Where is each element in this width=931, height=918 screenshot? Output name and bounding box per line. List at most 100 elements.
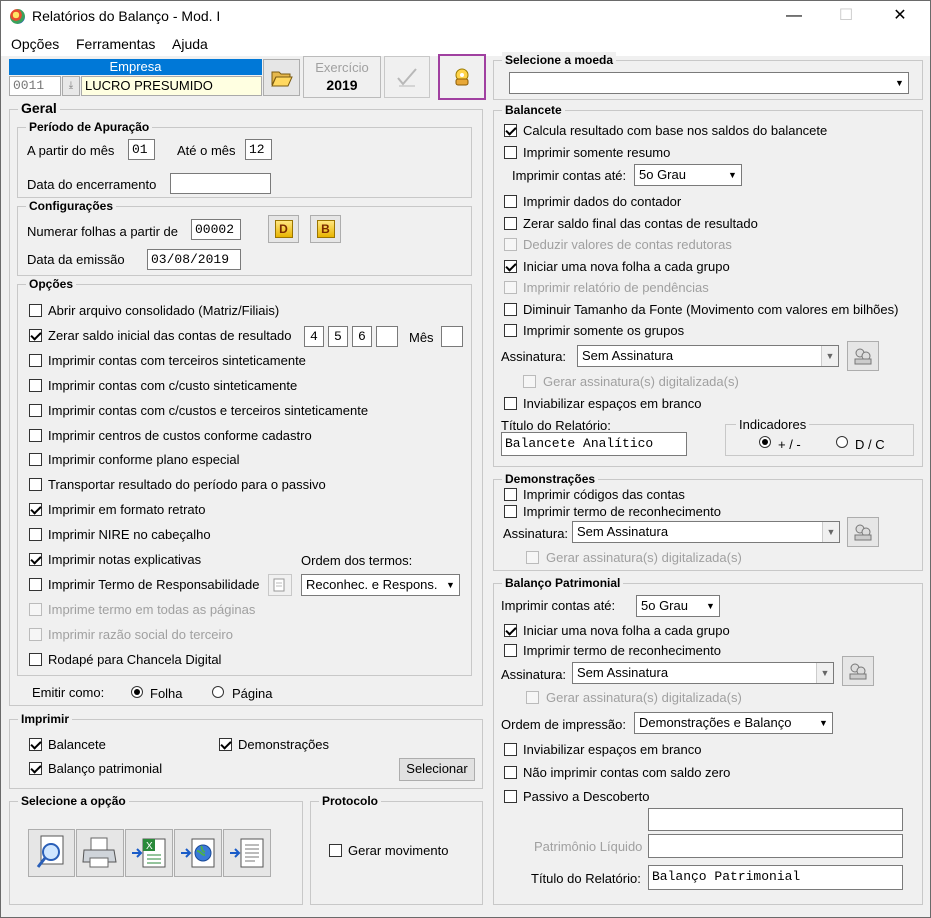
balanco-titulo-label: Título do Relatório:	[531, 871, 641, 886]
demonstracoes-gerar-assinatura-checkbox[interactable]	[526, 551, 539, 564]
settings-button[interactable]	[438, 54, 486, 100]
export-excel-button[interactable]: X	[125, 829, 173, 877]
zerar-digit-1[interactable]: 4	[304, 326, 324, 347]
encerramento-input[interactable]	[170, 173, 271, 194]
close-button[interactable]: ✕	[877, 1, 923, 32]
menu-opcoes[interactable]: Opções	[11, 36, 59, 52]
opcoes-item-checkbox-9[interactable]	[29, 528, 42, 542]
opcoes-item-checkbox-1[interactable]	[29, 328, 42, 342]
opcoes-item-checkbox-14[interactable]	[29, 652, 42, 666]
balancete-assinatura-select[interactable]: Sem Assinatura ▼	[577, 345, 839, 367]
emitir-pagina-radio[interactable]	[212, 686, 224, 698]
open-folder-button[interactable]	[263, 59, 300, 96]
empresa-lookup-icon[interactable]: ⤓	[62, 76, 80, 96]
indicador-sinal-radio[interactable]	[759, 436, 771, 448]
indicador-dc-radio[interactable]	[836, 436, 848, 448]
balanco-contas-ate-select[interactable]: 5o Grau ▼	[636, 595, 720, 617]
balanco-descoberto-input[interactable]	[648, 808, 903, 831]
emissao-input[interactable]: 03/08/2019	[147, 249, 241, 270]
opcoes-item-checkbox-2[interactable]	[29, 353, 42, 367]
ordem-termos-select[interactable]: Reconhec. e Respons. ▼	[301, 574, 460, 596]
numerar-input[interactable]: 00002	[191, 219, 241, 240]
exercicio-label: Exercício	[315, 60, 369, 75]
moeda-select[interactable]: ▼	[509, 72, 909, 94]
balancete-titulo-input[interactable]: Balancete Analítico	[501, 432, 687, 456]
opcoes-item-label-9: Imprimir NIRE no cabeçalho	[48, 527, 211, 543]
balancete-assinatura-button[interactable]	[847, 341, 879, 371]
demonstracoes-assinatura-select[interactable]: Sem Assinatura ▼	[572, 521, 840, 543]
balancete-item2-checkbox-2[interactable]	[504, 238, 517, 251]
balancete-item2-checkbox-4[interactable]	[504, 281, 517, 294]
menu-ajuda[interactable]: Ajuda	[172, 36, 208, 52]
balanco-nova-folha-checkbox[interactable]	[504, 624, 517, 637]
balanco-titulo-input[interactable]: Balanço Patrimonial	[648, 865, 903, 890]
balancete-gerar-assinatura-checkbox[interactable]	[523, 375, 536, 388]
balancete-item2-label-1: Zerar saldo final das contas de resultad…	[523, 215, 758, 231]
balancete-item2-checkbox-5[interactable]	[504, 302, 517, 316]
opcoes-item-checkbox-12[interactable]	[29, 602, 42, 616]
maximize-button[interactable]: ☐	[823, 1, 869, 32]
from-month-input[interactable]: 01	[128, 139, 155, 160]
balancete-item2-label-0: Imprimir dados do contador	[523, 194, 682, 209]
selecionar-button[interactable]: Selecionar	[399, 758, 475, 781]
demonstracoes-termo-checkbox[interactable]	[504, 505, 517, 518]
opcoes-item-checkbox-11[interactable]	[29, 577, 42, 591]
export-document-button[interactable]	[223, 829, 271, 877]
print-button[interactable]	[76, 829, 124, 877]
balancete-item2-checkbox-3[interactable]	[504, 259, 517, 273]
demonstracoes-codigos-checkbox[interactable]	[504, 488, 517, 501]
to-month-input[interactable]: 12	[245, 139, 272, 160]
imprimir-balanco-checkbox[interactable]	[29, 762, 42, 775]
demonstracoes-assinatura-button[interactable]	[847, 517, 879, 547]
balanco-assinatura-button[interactable]	[842, 656, 874, 686]
zerar-digit-3[interactable]: 6	[352, 326, 372, 347]
balancete-item2-checkbox-1[interactable]	[504, 216, 517, 230]
balancete-item2-label-5: Diminuir Tamanho da Fonte (Movimento com…	[523, 301, 899, 317]
opcoes-item-checkbox-8[interactable]	[29, 503, 42, 517]
balanco-passivo-checkbox[interactable]	[504, 790, 517, 803]
zerar-digit-4[interactable]	[376, 326, 398, 347]
balanco-inviabilizar-checkbox[interactable]	[504, 743, 517, 756]
menu-ferramentas[interactable]: Ferramentas	[76, 36, 155, 52]
opcoes-item-checkbox-6[interactable]	[29, 453, 42, 467]
minimize-button[interactable]: —	[771, 1, 817, 32]
balanco-pl-input[interactable]	[648, 834, 903, 858]
balanco-ordem-select[interactable]: Demonstrações e Balanço ▼	[634, 712, 833, 734]
opcoes-item-checkbox-10[interactable]	[29, 553, 42, 566]
opcoes-item-label-4: Imprimir contas com c/custos e terceiros…	[48, 402, 369, 418]
balanco-saldo-zero-checkbox[interactable]	[504, 766, 517, 779]
empresa-name-field[interactable]: LUCRO PRESUMIDO	[81, 76, 262, 96]
imprimir-demonstracoes-label: Demonstrações	[238, 737, 330, 752]
confirm-button[interactable]	[384, 56, 430, 98]
opcoes-item-checkbox-0[interactable]	[29, 304, 42, 317]
balancete-item2-checkbox-0[interactable]	[504, 195, 517, 208]
opcoes-item-checkbox-13[interactable]	[29, 627, 42, 641]
imprimir-demonstracoes-checkbox[interactable]	[219, 738, 232, 751]
empresa-code-field[interactable]: 0011	[9, 76, 61, 96]
balancete-contas-ate-select[interactable]: 5o Grau ▼	[634, 164, 742, 186]
opcoes-item-checkbox-3[interactable]	[29, 378, 42, 392]
chevron-down-icon: ▼	[702, 596, 719, 616]
protocolo-title: Protocolo	[319, 793, 381, 809]
balancete-item-checkbox-0[interactable]	[504, 124, 517, 137]
balanco-assinatura-select[interactable]: Sem Assinatura ▼	[572, 662, 834, 684]
termo-edit-button[interactable]	[268, 574, 292, 596]
emitir-folha-radio[interactable]	[131, 686, 143, 698]
opcoes-item-checkbox-4[interactable]	[29, 403, 42, 417]
balanco-termo-checkbox[interactable]	[504, 644, 517, 657]
balanco-gerar-assinatura-checkbox[interactable]	[526, 691, 539, 704]
balancete-item-checkbox-1[interactable]	[504, 146, 517, 159]
balancete-inviabilizar-checkbox[interactable]	[504, 397, 517, 410]
export-web-button[interactable]	[174, 829, 222, 877]
opcoes-item-checkbox-5[interactable]	[29, 428, 42, 442]
preview-button[interactable]	[28, 829, 75, 877]
mes-input[interactable]	[441, 326, 463, 347]
opcoes-item-checkbox-7[interactable]	[29, 478, 42, 492]
zerar-digit-2[interactable]: 5	[328, 326, 348, 347]
livro-diario-button[interactable]: D	[268, 215, 299, 243]
livro-balancete-button[interactable]: B	[310, 215, 341, 243]
balancete-item2-checkbox-6[interactable]	[504, 324, 517, 337]
imprimir-balancete-checkbox[interactable]	[29, 738, 42, 751]
gerar-movimento-checkbox[interactable]	[329, 844, 342, 857]
demonstracoes-codigos-label: Imprimir códigos das contas	[523, 487, 685, 502]
